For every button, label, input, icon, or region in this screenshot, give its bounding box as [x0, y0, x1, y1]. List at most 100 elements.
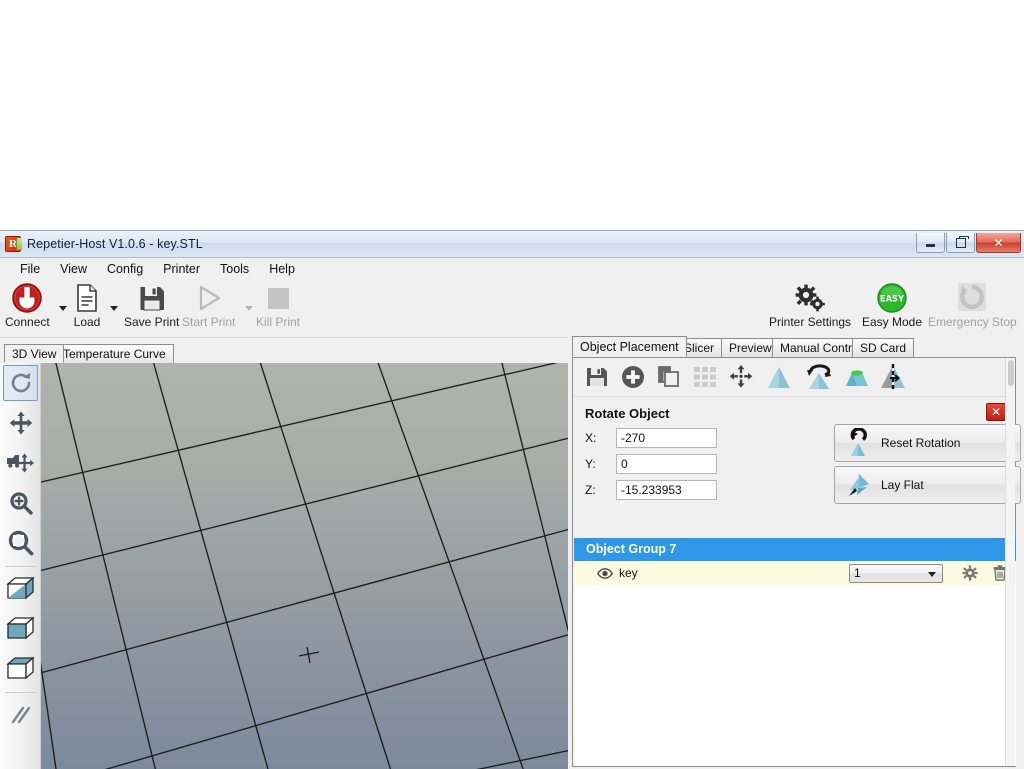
svg-text:EASY: EASY [880, 294, 905, 304]
scrollbar-thumb[interactable] [1008, 360, 1014, 386]
3d-canvas[interactable] [41, 363, 568, 769]
repetier-icon: R [5, 236, 22, 252]
load-dropdown-caret[interactable] [110, 306, 118, 311]
view-mode-wireframe-icon[interactable] [0, 649, 41, 689]
easy-badge-icon: EASY [876, 282, 908, 314]
menu-item-config[interactable]: Config [97, 260, 153, 278]
start-print-button[interactable]: Start Print [182, 282, 235, 329]
save-print-button[interactable]: Save Print [124, 282, 179, 329]
rotate-z-label: Z: [585, 483, 596, 497]
emergency-stop-button[interactable]: Emergency Stop [928, 282, 1017, 329]
printer-settings-label: Printer Settings [769, 315, 852, 329]
reset-rotation-label: Reset Rotation [881, 436, 961, 450]
view-tab-strip: 3D View Temperature Curve [0, 343, 568, 363]
mirror-object-icon[interactable] [877, 361, 909, 393]
reset-rotation-button[interactable]: Reset Rotation [834, 424, 1021, 462]
object-group-header[interactable]: Object Group 7 [574, 538, 1016, 561]
zoom-in-icon[interactable] [0, 483, 41, 523]
autoposition-grid-icon[interactable] [689, 361, 721, 393]
connect-button[interactable]: Connect [5, 282, 50, 329]
start-print-dropdown-caret[interactable] [245, 306, 253, 311]
menu-item-file[interactable]: File [10, 260, 50, 278]
menu-bar: File View Config Printer Tools Help [0, 258, 1024, 280]
tab-temperature-curve[interactable]: Temperature Curve [55, 344, 174, 363]
window-controls: ✕ [915, 233, 1021, 253]
title-bar: R Repetier-Host V1.0.6 - key.STL ✕ [0, 231, 1024, 258]
add-object-icon[interactable] [617, 361, 649, 393]
menu-item-printer[interactable]: Printer [153, 260, 210, 278]
load-label: Load [73, 315, 101, 329]
load-button[interactable]: Load [72, 282, 102, 329]
close-section-button[interactable]: ✕ [986, 403, 1006, 421]
move-view-icon[interactable] [0, 403, 41, 443]
view-mode-edges-icon[interactable] [0, 569, 41, 609]
app-window: R Repetier-Host V1.0.6 - key.STL ✕ File … [0, 230, 1024, 769]
easy-mode-button[interactable]: EASY Easy Mode [862, 282, 922, 329]
plug-icon [11, 282, 43, 314]
tab-sd-card[interactable]: SD Card [852, 338, 915, 357]
rotate-object-icon[interactable] [803, 361, 835, 393]
reset-rotation-icon [835, 428, 881, 458]
rotate-y-label: Y: [585, 457, 596, 471]
move-object-icon[interactable] [0, 443, 41, 483]
minimize-button[interactable] [916, 233, 945, 253]
panel-scrollbar[interactable] [1005, 358, 1015, 766]
tab-object-placement[interactable]: Object Placement [572, 336, 687, 357]
center-object-icon[interactable] [725, 361, 757, 393]
kill-print-button[interactable]: Kill Print [256, 282, 300, 329]
object-list-empty-area [574, 585, 1016, 766]
rotate-y-input[interactable] [616, 454, 717, 474]
tab-3d-view[interactable]: 3D View [4, 344, 65, 363]
play-triangle-icon [193, 282, 225, 314]
rotate-x-label: X: [585, 431, 597, 445]
scale-object-icon[interactable] [763, 361, 795, 393]
parallel-lines-icon[interactable] [0, 695, 41, 735]
start-print-label: Start Print [182, 315, 236, 329]
close-button[interactable]: ✕ [976, 233, 1021, 253]
section-title: Rotate Object [585, 406, 670, 421]
printer-settings-button[interactable]: Printer Settings [769, 282, 851, 329]
restore-button[interactable] [946, 233, 975, 253]
object-placement-toolbar [573, 358, 1015, 397]
object-name: key [619, 566, 638, 580]
lay-flat-button[interactable]: Lay Flat [834, 466, 1021, 504]
object-list-row[interactable]: key 1 [574, 561, 1016, 585]
gear-icon[interactable] [962, 565, 978, 581]
save-icon[interactable] [581, 361, 613, 393]
panel-body: Rotate Object ✕ X: Y: Z: [572, 357, 1021, 767]
save-print-label: Save Print [124, 315, 180, 329]
eye-icon[interactable] [596, 567, 614, 579]
toolbar-divider-2 [4, 692, 36, 693]
rotate-x-input[interactable] [616, 428, 717, 448]
chevron-down-icon [928, 572, 936, 577]
menu-item-help[interactable]: Help [259, 260, 305, 278]
document-icon [72, 282, 102, 314]
connect-label: Connect [5, 315, 50, 329]
rotate-view-icon[interactable] [0, 363, 41, 403]
close-icon: ✕ [993, 235, 1004, 250]
copies-dropdown[interactable]: 1 [849, 564, 943, 583]
viewport-area [0, 363, 568, 769]
stop-square-icon [262, 282, 294, 314]
view-mode-solid-icon[interactable] [0, 609, 41, 649]
lay-flat-icon[interactable] [841, 361, 873, 393]
kill-print-label: Kill Print [256, 315, 301, 329]
main-toolbar: Connect Load Save Print Start Print Kill… [0, 280, 1024, 338]
rotate-z-input[interactable] [616, 480, 717, 500]
copy-object-icon[interactable] [653, 361, 685, 393]
tab-preview[interactable]: Preview [721, 338, 780, 357]
copies-value: 1 [854, 566, 861, 580]
screen: R Repetier-Host V1.0.6 - key.STL ✕ File … [0, 0, 1024, 769]
easy-mode-label: Easy Mode [862, 315, 923, 329]
emergency-stop-label: Emergency Stop [928, 315, 1017, 329]
window-title: Repetier-Host V1.0.6 - key.STL [27, 237, 203, 251]
viewport-toolbar [0, 363, 41, 769]
gears-icon [793, 282, 827, 314]
toolbar-divider [4, 566, 36, 567]
connect-dropdown-caret[interactable] [59, 306, 67, 311]
emergency-stop-icon [955, 282, 989, 314]
menu-item-view[interactable]: View [50, 260, 97, 278]
lay-flat-label: Lay Flat [881, 478, 924, 492]
zoom-fit-icon[interactable] [0, 523, 41, 563]
menu-item-tools[interactable]: Tools [210, 260, 259, 278]
